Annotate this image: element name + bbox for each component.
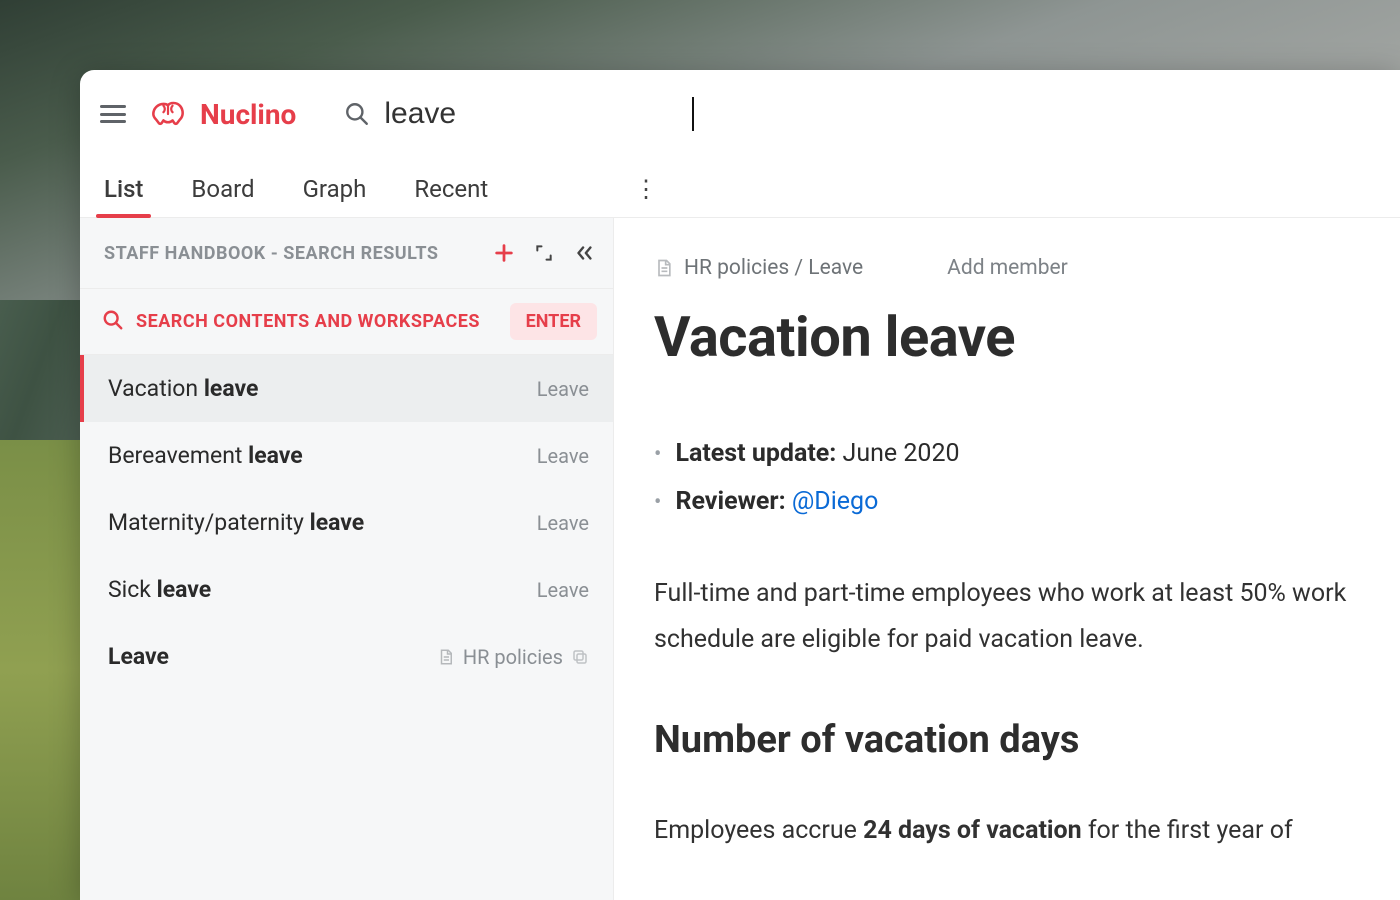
search-icon xyxy=(344,101,370,127)
collapse-chevrons-icon[interactable] xyxy=(569,238,599,268)
breadcrumb-row: HR policies / Leave Add member xyxy=(654,256,1400,280)
result-item-bereavement-leave[interactable]: Bereavement leave Leave xyxy=(80,422,613,489)
copy-icon xyxy=(571,648,589,666)
reviewer-mention[interactable]: @Diego xyxy=(792,487,879,516)
document-pane: HR policies / Leave Add member Vacation … xyxy=(614,218,1400,900)
background-grass xyxy=(0,440,80,900)
brand[interactable]: Nuclino xyxy=(146,97,296,131)
app-window: Nuclino List Board Graph Recent ⋮ STAFF … xyxy=(80,70,1400,900)
result-item-leave[interactable]: Leave HR policies xyxy=(80,623,613,690)
tab-list[interactable]: List xyxy=(102,175,145,217)
result-title: Sick leave xyxy=(108,576,525,603)
text-caret xyxy=(692,97,694,131)
document-meta-list: • Latest update: June 2020 • Reviewer: @… xyxy=(654,430,1400,525)
document-title: Vacation leave xyxy=(654,304,1400,370)
result-item-vacation-leave[interactable]: Vacation leave Leave xyxy=(80,355,613,422)
add-member-button[interactable]: Add member xyxy=(947,256,1068,280)
result-category: Leave xyxy=(537,511,589,535)
meta-key: Reviewer: xyxy=(675,487,785,516)
search-results-list: Vacation leave Leave Bereavement leave L… xyxy=(80,355,613,900)
result-item-maternity-paternity-leave[interactable]: Maternity/paternity leave Leave xyxy=(80,489,613,556)
meta-latest-update: • Latest update: June 2020 xyxy=(654,430,1400,478)
sidebar-title: STAFF HANDBOOK - SEARCH RESULTS xyxy=(104,243,479,264)
sidebar: STAFF HANDBOOK - SEARCH RESULTS SEARCH C… xyxy=(80,218,614,900)
brand-name: Nuclino xyxy=(200,98,296,131)
topbar: Nuclino xyxy=(80,70,1400,158)
sidebar-header: STAFF HANDBOOK - SEARCH RESULTS xyxy=(80,218,613,288)
search-input[interactable] xyxy=(384,97,684,131)
meta-key: Latest update: xyxy=(675,439,836,468)
search-wrap xyxy=(344,97,694,131)
enter-key-pill: ENTER xyxy=(510,303,597,340)
document-paragraph: Full-time and part-time employees who wo… xyxy=(654,571,1400,664)
bullet-icon: • xyxy=(654,434,661,476)
tab-recent[interactable]: Recent xyxy=(412,175,490,217)
search-icon xyxy=(102,309,124,335)
result-item-sick-leave[interactable]: Sick leave Leave xyxy=(80,556,613,623)
result-category: Leave xyxy=(537,444,589,468)
document-paragraph: Employees accrue 24 days of vacation for… xyxy=(654,808,1400,854)
result-category: Leave xyxy=(537,377,589,401)
more-menu-icon[interactable]: ⋮ xyxy=(634,175,658,217)
bullet-icon: • xyxy=(654,482,661,524)
breadcrumb[interactable]: HR policies / Leave xyxy=(654,256,863,280)
result-title: Bereavement leave xyxy=(108,442,525,469)
tab-board[interactable]: Board xyxy=(189,175,256,217)
document-icon xyxy=(437,648,455,666)
tab-graph[interactable]: Graph xyxy=(301,175,369,217)
add-item-icon[interactable] xyxy=(489,238,519,268)
search-contents-button[interactable]: SEARCH CONTENTS AND WORKSPACES ENTER xyxy=(80,288,613,355)
result-category: Leave xyxy=(537,578,589,602)
result-title: Maternity/paternity leave xyxy=(108,509,525,536)
search-contents-label: SEARCH CONTENTS AND WORKSPACES xyxy=(136,311,498,332)
result-title: Vacation leave xyxy=(108,375,525,402)
result-category: HR policies xyxy=(437,645,589,669)
expand-icon[interactable] xyxy=(529,238,559,268)
section-heading: Number of vacation days xyxy=(654,718,1400,762)
meta-reviewer: • Reviewer: @Diego xyxy=(654,478,1400,526)
view-tabs: List Board Graph Recent ⋮ xyxy=(80,158,1400,218)
body-row: STAFF HANDBOOK - SEARCH RESULTS SEARCH C… xyxy=(80,218,1400,900)
brain-logo-icon xyxy=(146,97,190,131)
document-icon xyxy=(654,258,674,278)
hamburger-menu-icon[interactable] xyxy=(100,103,128,125)
result-title: Leave xyxy=(108,643,425,670)
meta-value: June 2020 xyxy=(843,439,960,468)
breadcrumb-text: HR policies / Leave xyxy=(684,256,863,280)
